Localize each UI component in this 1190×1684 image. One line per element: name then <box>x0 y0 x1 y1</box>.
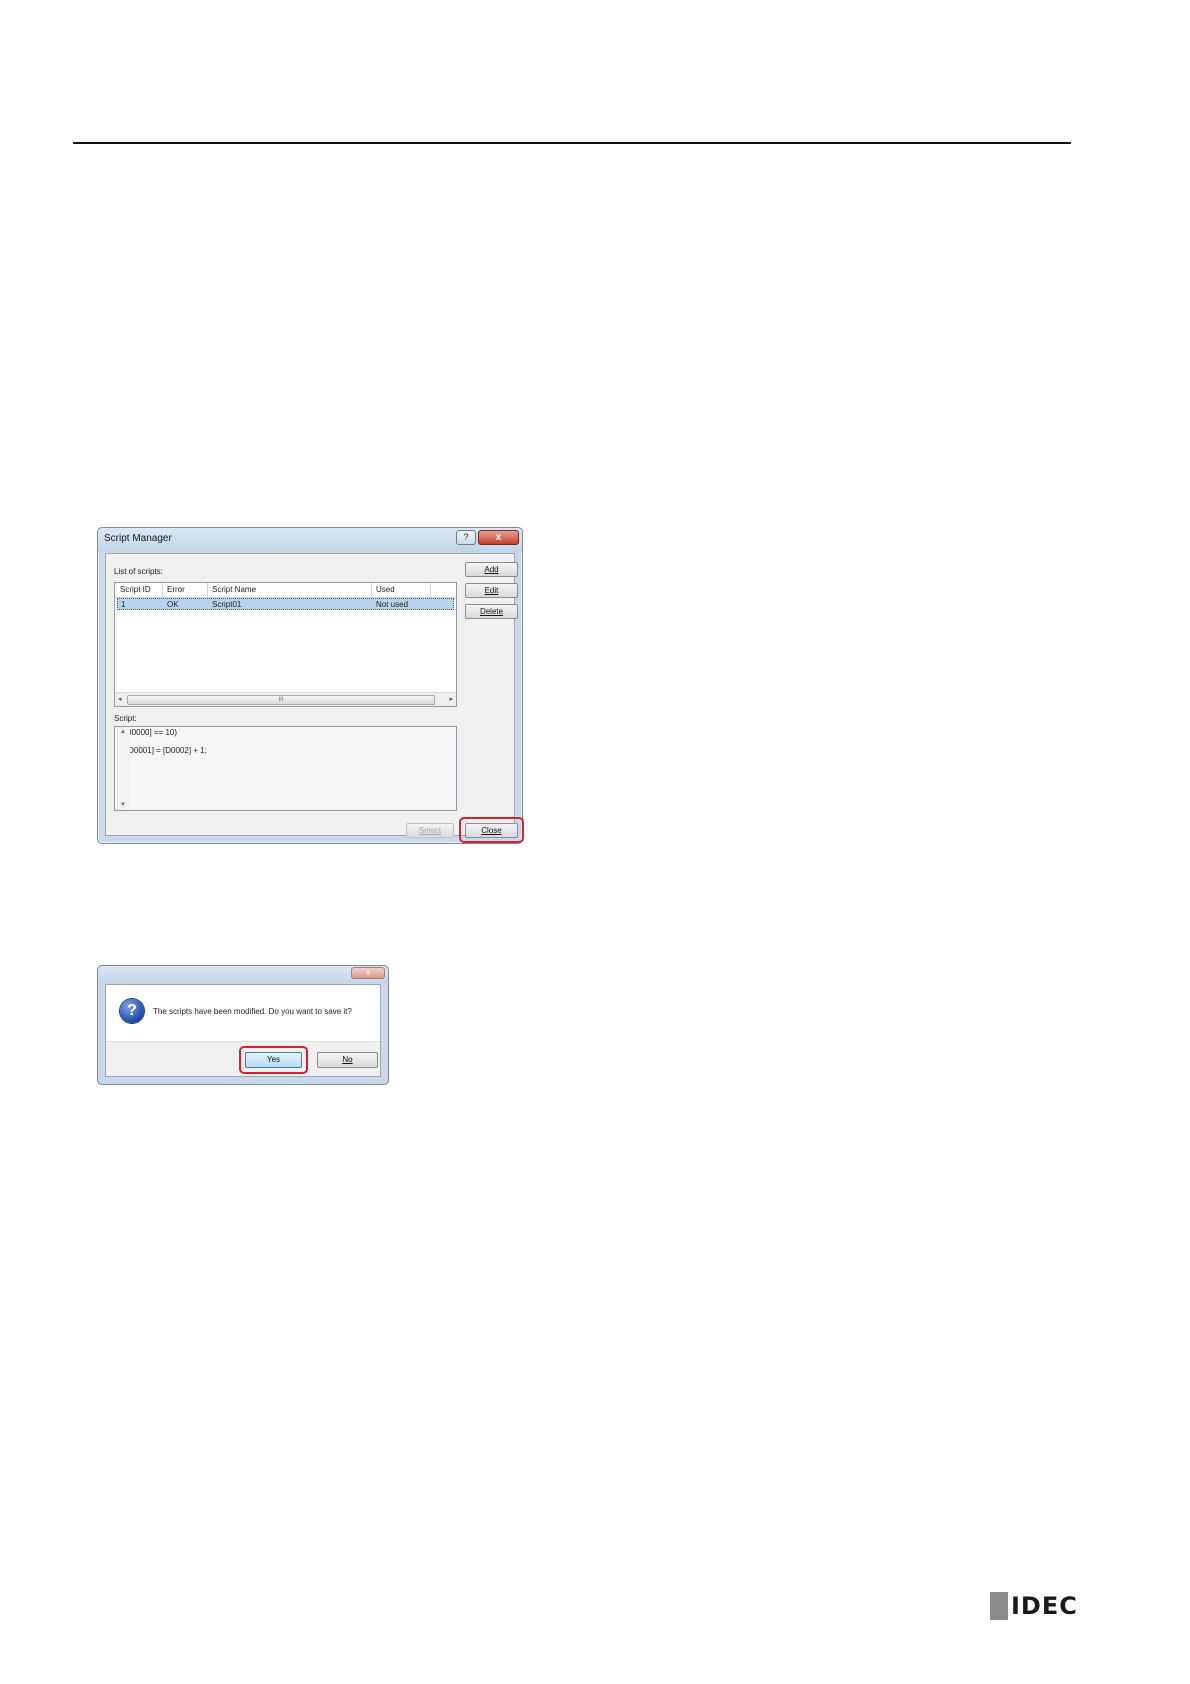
table-row[interactable]: 1 OK Script01 Not used <box>117 598 454 610</box>
dialog-close-button[interactable]: x <box>351 967 385 979</box>
scroll-right-icon[interactable]: ▸ <box>449 695 453 703</box>
dialog-message: The scripts have been modified. Do you w… <box>153 1007 352 1016</box>
yes-highlight <box>239 1046 308 1074</box>
header-rule <box>73 142 1071 144</box>
vertical-scrollbar[interactable]: ▲ ▼ <box>117 727 130 810</box>
scripts-list[interactable]: Script ID Error Script Name Used 1 OK Sc… <box>114 582 457 707</box>
save-confirm-dialog: x ? The scripts have been modified. Do y… <box>97 965 389 1085</box>
column-divider[interactable] <box>162 583 163 597</box>
no-button[interactable]: No <box>317 1052 378 1068</box>
column-header-error[interactable]: Error <box>167 585 185 594</box>
logo-mark <box>990 1592 1008 1620</box>
column-header-script-name[interactable]: Script Name <box>212 585 256 594</box>
window-client-area: List of scripts: Script ID Error Script … <box>105 553 524 843</box>
close-highlight <box>459 817 524 843</box>
scroll-thumb[interactable]: III <box>127 695 435 705</box>
window-title: Script Manager <box>104 533 172 544</box>
dialog-client-area: ? The scripts have been modified. Do you… <box>105 984 381 1077</box>
column-divider[interactable] <box>371 583 372 597</box>
scroll-left-icon[interactable]: ◂ <box>118 695 122 703</box>
column-header-script-id[interactable]: Script ID <box>120 585 151 594</box>
horizontal-scrollbar[interactable]: ◂ III ▸ <box>115 692 456 706</box>
scroll-down-icon[interactable]: ▼ <box>120 802 126 808</box>
dialog-footer: Yes No <box>106 1041 380 1076</box>
idec-logo: IDEC <box>990 1592 1078 1620</box>
list-of-scripts-label: List of scripts: <box>114 567 163 576</box>
help-button[interactable]: ? <box>456 530 476 545</box>
column-header-used[interactable]: Used <box>376 585 395 594</box>
script-text-area[interactable]: if([D0000] == 10) { [D0001] = [D0002] + … <box>114 726 457 811</box>
logo-text: IDEC <box>1011 1592 1078 1620</box>
window-close-button[interactable]: x <box>478 530 519 545</box>
list-header: Script ID Error Script Name Used <box>115 583 456 598</box>
title-bar: Script Manager ? x <box>98 528 522 552</box>
script-manager-window: Script Manager ? x List of scripts: Scri… <box>97 527 524 844</box>
add-button[interactable]: Add <box>465 562 518 577</box>
question-icon: ? <box>120 999 144 1023</box>
delete-button[interactable]: Delete <box>465 604 518 619</box>
cell-used: Not used <box>376 600 409 609</box>
edit-button[interactable]: Edit <box>465 583 518 598</box>
dialog-title-bar: x <box>98 966 388 983</box>
cell-error: OK <box>167 600 179 609</box>
column-divider[interactable] <box>430 583 431 597</box>
cell-script-id: 1 <box>121 600 126 609</box>
script-label: Script: <box>114 714 137 723</box>
scroll-up-icon[interactable]: ▲ <box>120 729 126 735</box>
column-divider[interactable] <box>207 583 208 597</box>
cell-script-name: Script01 <box>212 600 242 609</box>
select-button[interactable]: Select <box>406 823 454 838</box>
